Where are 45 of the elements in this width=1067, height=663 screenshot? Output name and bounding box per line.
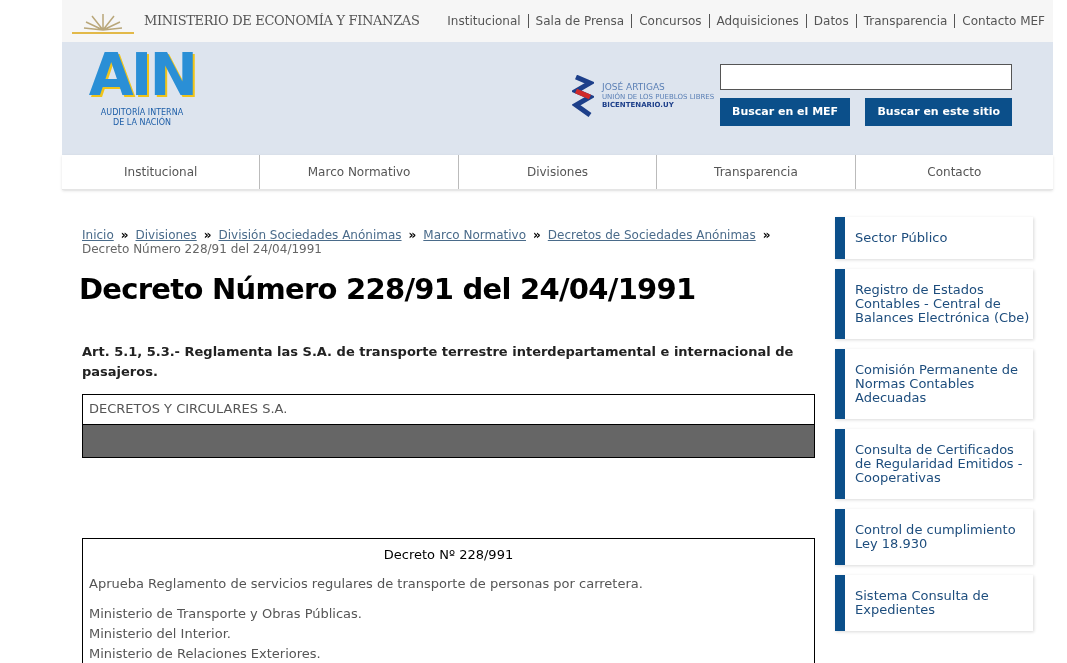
ministry-name: MINISTERIO DE ECONOMÍA Y FINANZAS: [144, 12, 420, 31]
breadcrumb-link[interactable]: Inicio: [82, 228, 114, 242]
top-link[interactable]: Concursos: [639, 12, 702, 30]
logo-caption: AUDITORÍA INTERNA DE LA NACIÓN: [99, 108, 185, 128]
breadcrumb-link[interactable]: Marco Normativo: [423, 228, 526, 242]
breadcrumb-link[interactable]: Divisiones: [135, 228, 197, 242]
search-field[interactable]: [720, 64, 1012, 90]
top-link[interactable]: Datos: [813, 12, 849, 30]
breadcrumb-separator: »: [533, 228, 541, 242]
search-button[interactable]: Buscar en este sitio: [865, 98, 1012, 126]
nav-tab[interactable]: Transparencia: [656, 155, 855, 189]
top-link[interactable]: Transparencia: [863, 12, 948, 30]
breadcrumb-current: Decreto Número 228/91 del 24/04/1991: [82, 242, 323, 256]
breadcrumb-separator: »: [203, 228, 212, 242]
decree-description: Aprueba Reglamento de servicios regulares de transporte de personas por carretera.: [89, 575, 644, 593]
nav-tab[interactable]: Institucional: [62, 155, 260, 189]
page-title: Decreto Número 228/91 del 24/04/1991: [79, 271, 697, 308]
nav-tab[interactable]: Marco Normativo: [259, 155, 458, 189]
breadcrumb-separator: »: [762, 228, 771, 242]
category-label: DECRETOS Y CIRCULARES S.A.: [83, 394, 814, 425]
bicentenario-title: JOSÉ ARTIGAS: [602, 83, 666, 92]
breadcrumb-link[interactable]: División Sociedades Anónimas: [218, 228, 402, 242]
search-button[interactable]: Buscar en el MEF: [720, 98, 851, 126]
nav-tab[interactable]: Contacto: [854, 155, 1054, 189]
decree-heading: Decreto Nº 228/991: [382, 545, 515, 564]
sidebar-link[interactable]: Sector Público: [835, 217, 1033, 259]
ribbon-logo-icon: [572, 75, 594, 117]
breadcrumb-separator: »: [408, 228, 417, 242]
sidebar-link[interactable]: Consulta de Certificados de Regularidad Emitidos - Cooperativas: [835, 429, 1033, 499]
nav-tab[interactable]: Divisiones: [457, 155, 657, 189]
top-link[interactable]: Institucional: [447, 12, 521, 30]
ministry-line: Ministerio de Transporte y Obras Públicas.: [89, 604, 363, 623]
sidebar-link[interactable]: Sistema Consulta de Expedientes: [835, 575, 1033, 631]
logo-mark: AIN: [88, 46, 196, 104]
sidebar-link[interactable]: Control de cumplimiento Ley 18.930: [835, 509, 1033, 565]
summary-text: Art. 5.1, 5.3.- Reglamenta las S.A. de transporte terrestre interdepartamental e internacional de pasajeros.: [82, 342, 795, 381]
top-link[interactable]: Contacto MEF: [962, 12, 1045, 30]
ministry-line: Ministerio de Relaciones Exteriores.: [89, 644, 322, 663]
sidebar-link[interactable]: Registro de Estados Contables - Central de Balances Electrónica (Cbe): [835, 269, 1033, 339]
top-link[interactable]: Sala de Prensa: [535, 12, 625, 30]
top-link[interactable]: Adquisiciones: [716, 12, 799, 30]
breadcrumb-separator: »: [120, 228, 129, 242]
breadcrumb-link[interactable]: Decretos de Sociedades Anónimas: [547, 228, 756, 242]
sidebar-link[interactable]: Comisión Permanente de Normas Contables Adecuadas: [835, 349, 1033, 419]
ministry-line: Ministerio del Interior.: [89, 624, 232, 643]
